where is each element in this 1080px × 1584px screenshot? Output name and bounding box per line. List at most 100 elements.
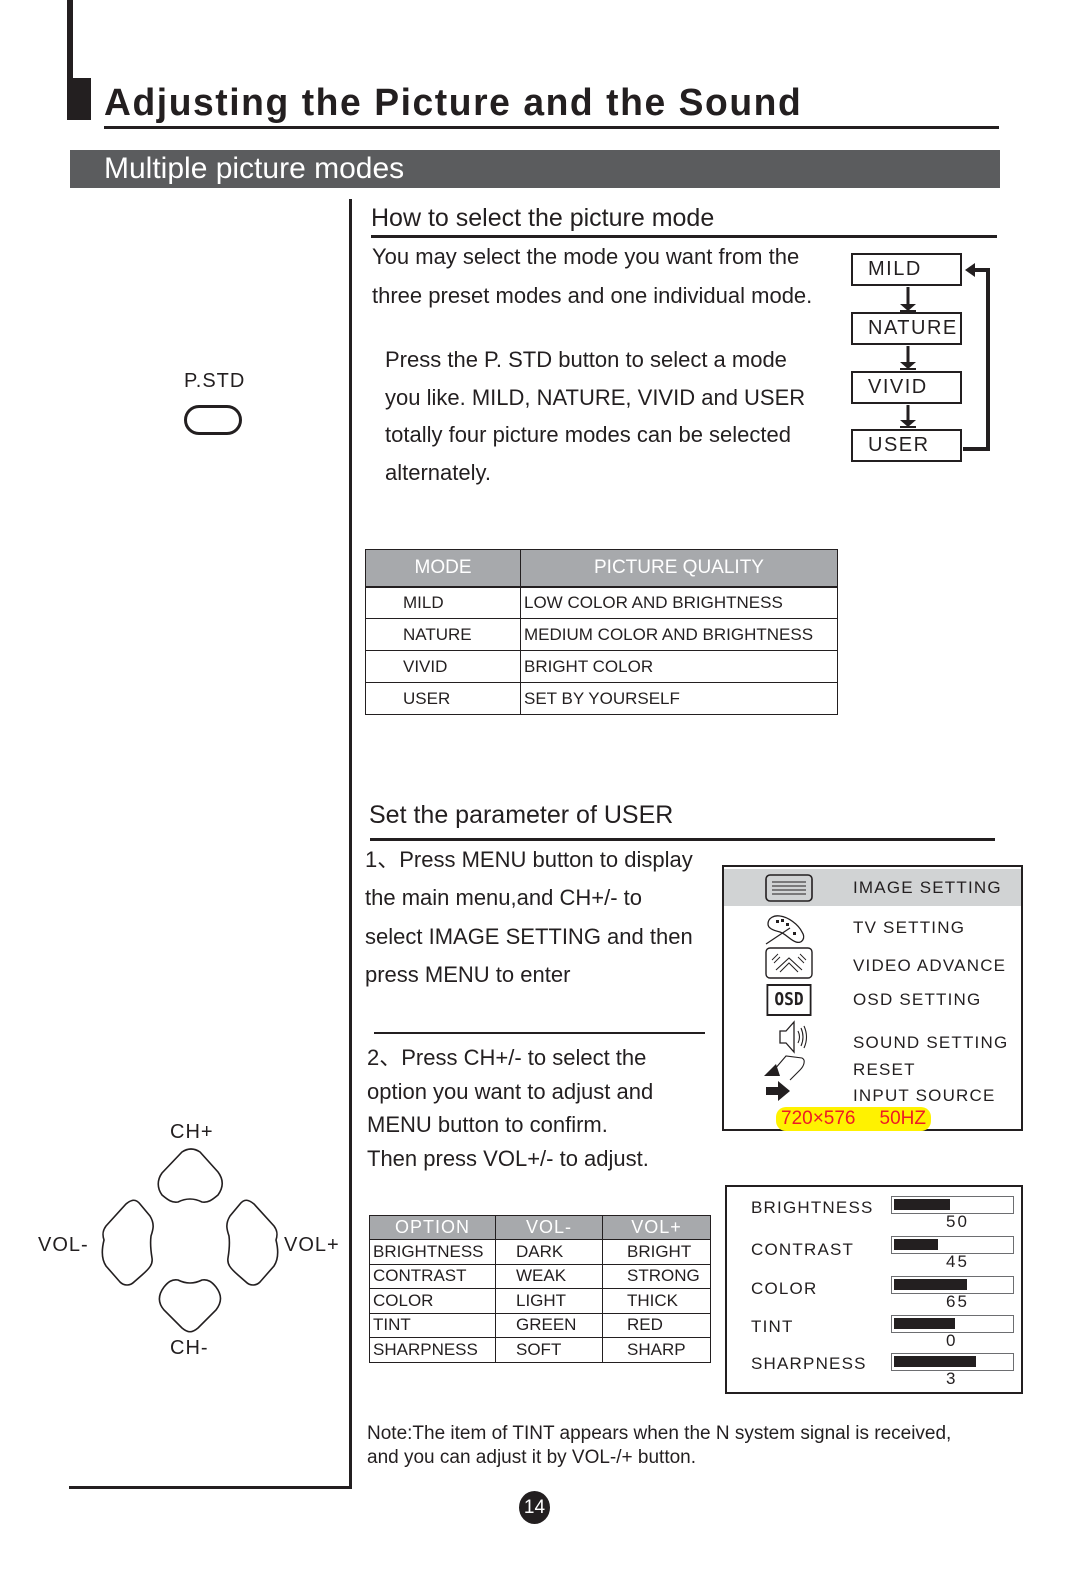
menu-item-image-setting[interactable]: IMAGE SETTING [724, 869, 1021, 906]
slider-label: SHARPNESS [751, 1354, 867, 1373]
quality-cell: LOW COLOR AND BRIGHTNESS [520, 586, 838, 619]
option-table: OPTION VOL- VOL+ BRIGHTNESS DARK BRIGHT … [369, 1215, 711, 1363]
table-row: CONTRAST WEAK STRONG [369, 1263, 711, 1289]
slider-value: 50 [946, 1212, 969, 1231]
column-header-option: OPTION [369, 1215, 496, 1240]
column-header-vol-up: VOL+ [602, 1215, 711, 1240]
slider-label: CONTRAST [751, 1240, 855, 1259]
column-divider [349, 199, 352, 1489]
vol-down-cell: LIGHT [495, 1288, 603, 1314]
menu-item-label: TV SETTING [853, 918, 966, 937]
column-header-mode: MODE [365, 549, 521, 588]
slider-value: 0 [946, 1331, 958, 1350]
vol-up-key-outline [226, 1199, 279, 1286]
instruction-line: alternately. [385, 459, 491, 485]
vol-down-key-outline [101, 1199, 154, 1286]
ch-down-key-outline [158, 1279, 222, 1333]
vol-up-cell: SHARP [602, 1337, 711, 1363]
vol-down-cell: SOFT [495, 1337, 603, 1363]
slider-value: 65 [946, 1292, 969, 1311]
mode-cell: NATURE [365, 618, 521, 651]
slider-fill [894, 1356, 976, 1367]
slider-label: BRIGHTNESS [751, 1198, 874, 1217]
option-cell: COLOR [369, 1288, 496, 1314]
select-mode-instructions: Press the P. STD button to select a mode… [385, 341, 805, 491]
table-row: NATURE MEDIUM COLOR AND BRIGHTNESS [365, 618, 838, 651]
vol-down-cell: GREEN [495, 1312, 603, 1338]
mode-cell: VIVID [365, 650, 521, 683]
down-arrow-icon [900, 287, 916, 312]
down-arrow-icon [900, 346, 916, 370]
image-setting-sliders: BRIGHTNESS 50 CONTRAST 45 COLOR 65 TINT … [725, 1185, 1023, 1394]
resolution-badge: 720×576 50HZ [776, 1107, 931, 1131]
step-line: Then press VOL+/- to adjust. [367, 1145, 649, 1171]
step-line: option you want to adjust and [367, 1078, 654, 1104]
quality-cell: MEDIUM COLOR AND BRIGHTNESS [520, 618, 838, 651]
osd-icon: OSD [766, 984, 812, 1016]
option-cell: BRIGHTNESS [369, 1239, 496, 1265]
slider-fill [894, 1279, 967, 1290]
vol-down-cell: DARK [495, 1239, 603, 1265]
mode-table-header-row: MODE PICTURE QUALITY [365, 549, 838, 588]
step-2: 2、Press CH+/- to select the option you w… [367, 1041, 653, 1175]
table-row: TINT GREEN RED [369, 1312, 711, 1338]
note-line: and you can adjust it by VOL-/+ button. [367, 1447, 697, 1468]
refresh-rate-text: 50HZ [879, 1108, 926, 1129]
video-advance-icon [765, 947, 813, 979]
step-line: 1、Press MENU button to display [365, 847, 693, 872]
loop-back-arrow-icon [963, 263, 990, 451]
step-line: the main menu,and CH+/- to [365, 885, 642, 911]
pstd-label: P.STD [184, 370, 246, 392]
note-line: Note:The item of TINT appears when the N… [367, 1423, 952, 1444]
option-cell: TINT [369, 1312, 496, 1338]
section-title: Multiple picture modes [104, 152, 405, 185]
table-row: MILD LOW COLOR AND BRIGHTNESS [365, 586, 838, 619]
step-1: 1、Press MENU button to display the main … [365, 841, 693, 994]
mode-cell: USER [365, 682, 521, 715]
slider-fill [894, 1239, 938, 1250]
option-cell: SHARPNESS [369, 1337, 496, 1363]
table-row: SHARPNESS SOFT SHARP [369, 1337, 711, 1363]
title-underline [104, 126, 999, 129]
menu-item-video-advance[interactable]: VIDEO ADVANCE [724, 946, 1021, 983]
vol-up-cell: RED [602, 1312, 711, 1338]
page-title: Adjusting the Picture and the Sound [104, 82, 803, 124]
table-row: USER SET BY YOURSELF [365, 682, 838, 715]
menu-item-tv-setting[interactable]: TV SETTING [724, 910, 1021, 947]
tint-note: Note:The item of TINT appears when the N… [367, 1422, 951, 1470]
intro-line: You may select the mode you want from th… [372, 244, 800, 269]
table-row: BRIGHTNESS DARK BRIGHT [369, 1239, 711, 1265]
bottom-rule [69, 1486, 352, 1489]
menu-item-label: SOUND SETTING [853, 1033, 1009, 1052]
step-line: MENU button to confirm. [367, 1112, 608, 1137]
select-mode-intro: You may select the mode you want from th… [372, 238, 812, 315]
vol-up-cell: BRIGHT [602, 1239, 711, 1265]
ch-up-key-outline [157, 1148, 223, 1203]
menu-item-osd-setting[interactable]: OSD OSD SETTING [724, 982, 1021, 1019]
vol-down-cell: WEAK [495, 1263, 603, 1289]
mode-cell: MILD [365, 586, 521, 619]
instruction-line: Press the P. STD button to select a mode [385, 347, 787, 372]
instruction-line: totally four picture modes can be select… [385, 422, 792, 447]
slider-fill [894, 1199, 950, 1210]
table-row: COLOR LIGHT THICK [369, 1288, 711, 1314]
pstd-button-illustration [184, 405, 242, 435]
vol-up-cell: STRONG [602, 1263, 711, 1289]
option-table-header-row: OPTION VOL- VOL+ [369, 1215, 711, 1240]
slider-value: 45 [946, 1252, 969, 1271]
tv-setting-icon [765, 915, 805, 945]
mode-table: MODE PICTURE QUALITY MILD LOW COLOR AND … [365, 549, 838, 715]
intro-line: three preset modes and one individual mo… [372, 282, 813, 308]
dpad-label-vol-down: VOL- [38, 1234, 89, 1256]
slider-value: 3 [946, 1369, 958, 1388]
menu-item-label: VIDEO ADVANCE [853, 956, 1007, 975]
slider-fill [894, 1318, 955, 1329]
menu-item-label: IMAGE SETTING [853, 878, 1002, 897]
option-cell: CONTRAST [369, 1263, 496, 1289]
menu-item-label: OSD SETTING [853, 990, 982, 1009]
dpad-label-vol-up: VOL+ [284, 1234, 340, 1256]
image-setting-icon [765, 874, 813, 902]
right-arrow-icon [766, 1081, 790, 1101]
menu-item-label: INPUT SOURCE [853, 1086, 996, 1105]
down-arrow-icon [900, 405, 916, 428]
